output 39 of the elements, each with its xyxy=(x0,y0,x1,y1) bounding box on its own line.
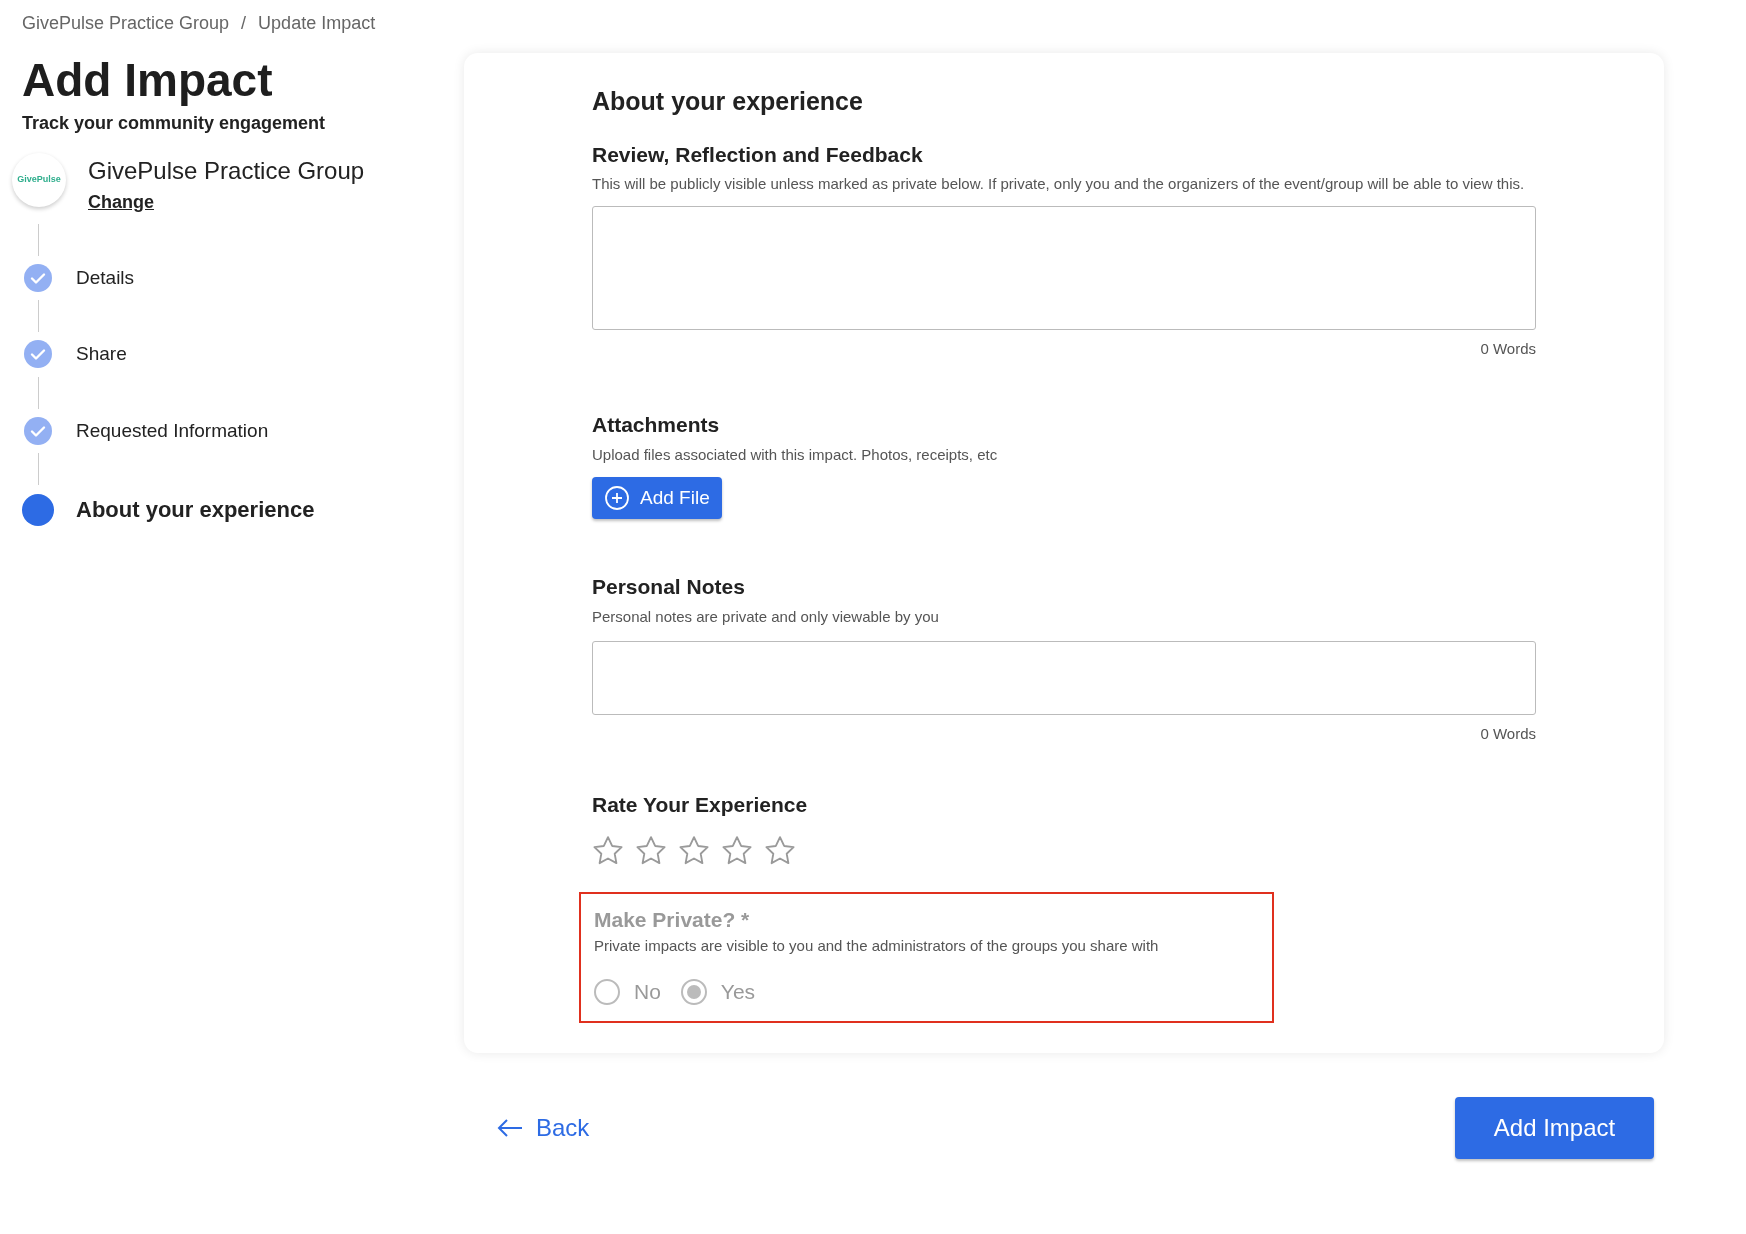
field-label: Rate Your Experience xyxy=(592,792,809,819)
notes-field[interactable] xyxy=(592,640,1536,715)
plus-circle-icon xyxy=(604,484,630,511)
breadcrumb-current: Update Impact xyxy=(258,12,376,35)
check-circle-icon xyxy=(24,263,52,292)
word-count: 0 Words xyxy=(1479,723,1536,744)
check-circle-icon xyxy=(24,416,52,445)
step-label[interactable]: Share xyxy=(76,340,127,369)
group-logo: GivePulse xyxy=(12,152,66,207)
section-title: About your experience xyxy=(592,86,864,117)
add-impact-button[interactable]: Add Impact xyxy=(1455,1097,1654,1160)
step-label[interactable]: About your experience xyxy=(76,493,315,527)
step-label[interactable]: Details xyxy=(76,263,135,293)
page-subtitle: Track your community engagement xyxy=(22,111,327,135)
arrow-left-icon xyxy=(496,1118,524,1139)
star-icon[interactable] xyxy=(721,834,753,866)
review-field[interactable] xyxy=(592,206,1536,331)
field-help: Personal notes are private and only viewable by you xyxy=(592,607,940,628)
breadcrumb-link[interactable]: GivePulse Practice Group xyxy=(22,10,230,37)
star-icon[interactable] xyxy=(635,834,667,866)
field-label: Personal Notes xyxy=(592,573,746,600)
field-help: This will be publicly visible unless marked as private below. If private, only you and the organizers of the event/group will be able to view this. xyxy=(592,174,1526,194)
field-label: Attachments xyxy=(592,411,721,438)
star-icon[interactable] xyxy=(764,834,796,866)
group-name: GivePulse Practice Group xyxy=(88,155,365,186)
field-help: Private impacts are visible to you and the administrators of the groups you share with xyxy=(594,936,1160,957)
back-link[interactable]: Back xyxy=(496,1110,590,1147)
change-link[interactable]: Change xyxy=(88,191,154,212)
star-icon[interactable] xyxy=(678,834,710,866)
page-title: Add Impact xyxy=(22,55,274,106)
star-icon[interactable] xyxy=(592,834,624,866)
word-count: 0 Words xyxy=(1479,339,1536,360)
field-label: Review, Reflection and Feedback xyxy=(592,141,924,168)
check-circle-icon xyxy=(24,340,52,369)
add-file-button[interactable]: Add File xyxy=(592,476,722,519)
field-label: Make Private? * xyxy=(594,906,751,933)
step-label[interactable]: Requested Information xyxy=(76,416,269,446)
breadcrumb-separator: / xyxy=(241,12,247,35)
field-help: Upload files associated with this impact. Photos, receipts, etc xyxy=(592,445,999,466)
